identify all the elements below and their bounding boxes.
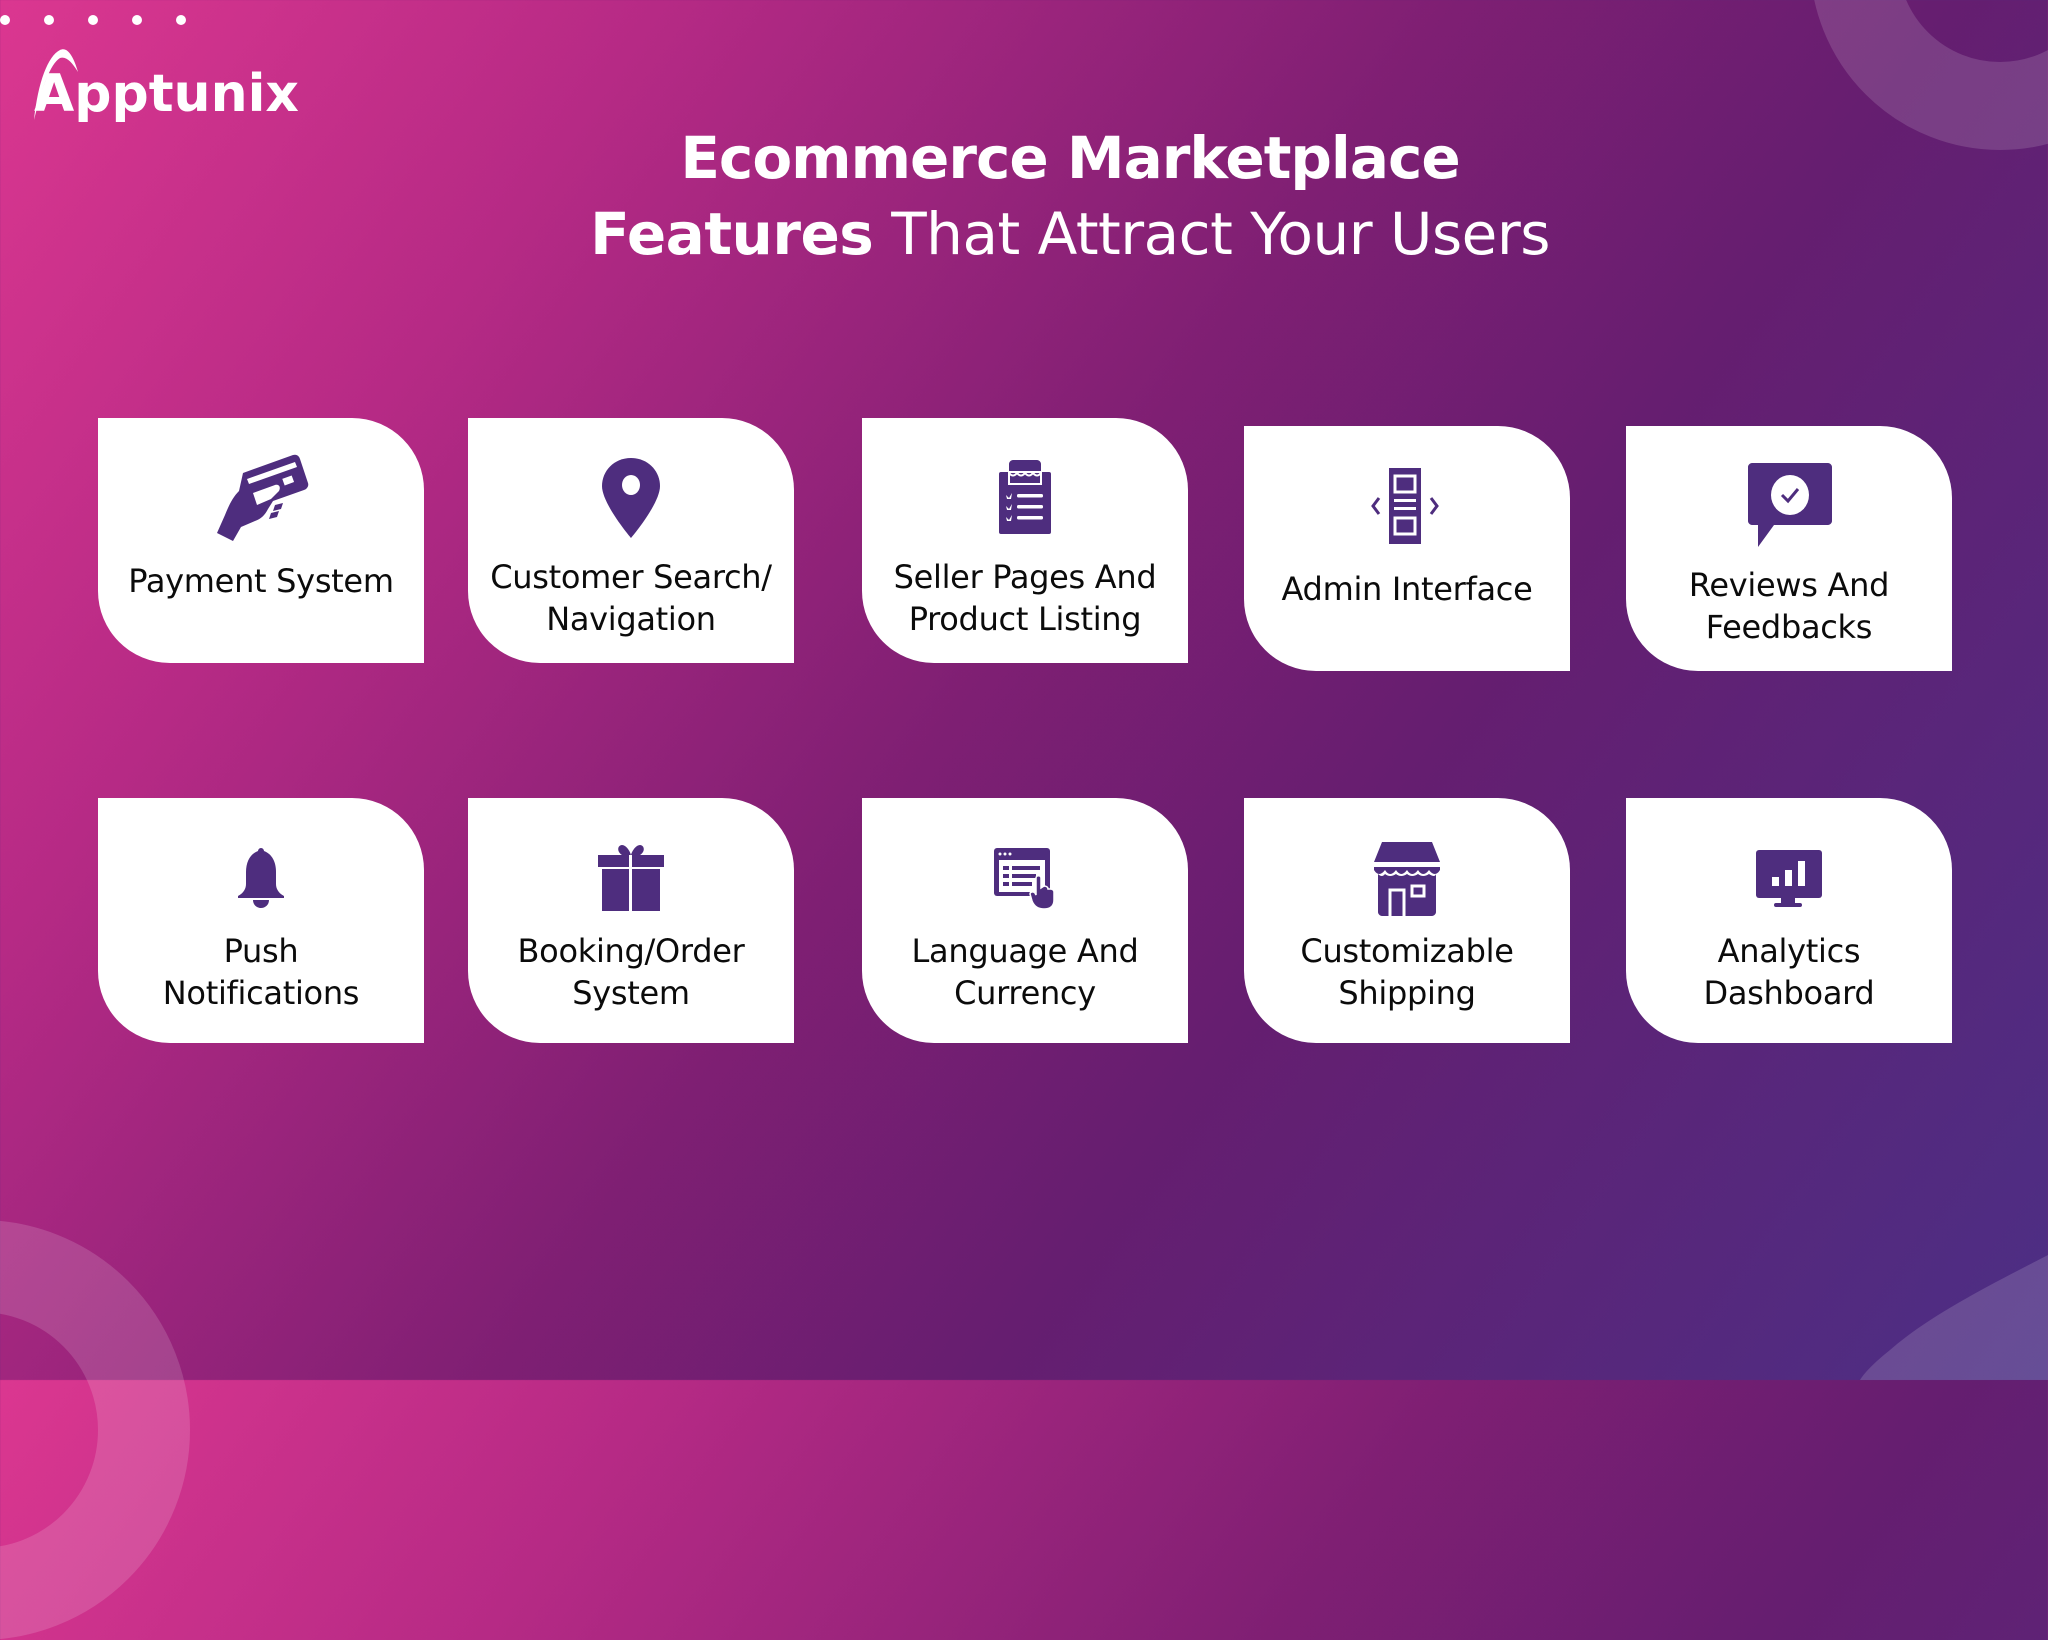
dot	[0, 15, 10, 25]
feature-label: Payment System	[128, 562, 394, 600]
feature-card-booking-order: Booking/Order System	[468, 798, 794, 1043]
feature-label: Reviews And Feedbacks	[1688, 566, 1890, 646]
dot	[44, 15, 54, 25]
location-pin-icon	[571, 450, 691, 546]
feature-label: Analytics Dashboard	[1703, 932, 1875, 1012]
feature-label: Language And Currency	[911, 932, 1139, 1012]
card-in-hand-icon	[201, 450, 321, 546]
feature-card-customizable-shipping: Customizable Shipping	[1244, 798, 1570, 1043]
store-checklist-icon	[965, 450, 1085, 546]
feature-label: Customizable Shipping	[1300, 932, 1514, 1012]
feature-card-admin-interface: Admin Interface	[1244, 426, 1570, 671]
feature-card-analytics-dashboard: Analytics Dashboard	[1626, 798, 1952, 1043]
bell-icon	[201, 830, 321, 926]
feature-card-push-notifications: Push Notifications	[98, 798, 424, 1043]
title-bold-word: Features	[590, 200, 874, 268]
title-light-text: That Attract Your Users	[873, 200, 1550, 268]
logo-arc-icon	[34, 49, 78, 120]
browser-click-icon	[965, 830, 1085, 926]
dot	[132, 15, 142, 25]
title-line-1: Ecommerce Marketplace	[680, 124, 1460, 192]
feature-card-payment-system: Payment System	[98, 418, 424, 663]
review-chat-check-icon	[1729, 458, 1849, 554]
feature-label: Seller Pages And Product Listing	[893, 558, 1157, 638]
feature-label: Booking/Order System	[517, 932, 745, 1012]
dot	[176, 15, 186, 25]
decorative-dots	[0, 15, 186, 25]
feature-card-reviews: Reviews And Feedbacks	[1626, 426, 1952, 671]
feature-card-customer-search: Customer Search/ Navigation	[468, 418, 794, 663]
decorative-wave-bottom-right	[1860, 1255, 2048, 1380]
storefront-icon	[1347, 830, 1467, 926]
page-title: Ecommerce Marketplace Features That Attr…	[0, 120, 2048, 272]
decorative-ring-bottom-left	[0, 1220, 190, 1640]
feature-label: Admin Interface	[1281, 570, 1533, 608]
feature-label: Push Notifications	[162, 932, 360, 1012]
gift-box-icon	[571, 830, 691, 926]
dot	[88, 15, 98, 25]
title-line-2: Features That Attract Your Users	[0, 196, 2048, 272]
brand-logo: Apptunix	[34, 48, 299, 120]
feature-label: Customer Search/ Navigation	[490, 558, 772, 638]
analytics-monitor-icon	[1729, 830, 1849, 926]
admin-layout-icon	[1347, 458, 1467, 554]
feature-card-language-currency: Language And Currency	[862, 798, 1188, 1043]
feature-card-seller-pages: Seller Pages And Product Listing	[862, 418, 1188, 663]
